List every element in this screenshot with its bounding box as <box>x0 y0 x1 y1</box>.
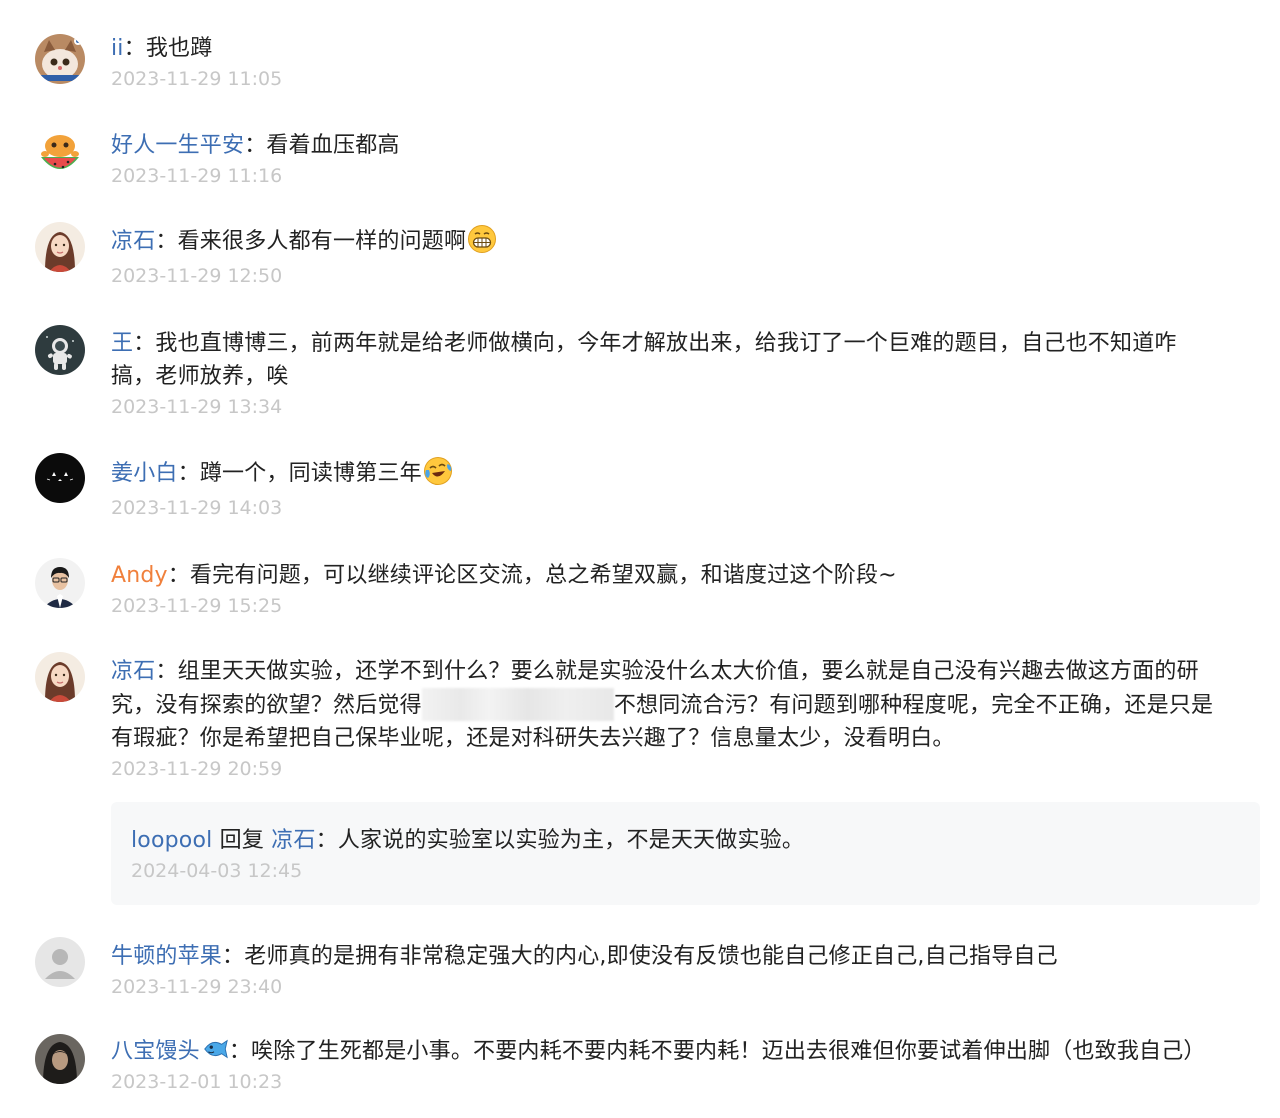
comment-author[interactable]: 凉石 <box>111 229 155 254</box>
comment-time: 2023-11-29 20:59 <box>111 758 283 780</box>
comment-text: 好人一生平安：看着血压都高 <box>111 129 1260 162</box>
black-cat-avatar[interactable] <box>35 453 85 503</box>
comment-text: ii：我也蹲 <box>111 32 1260 65</box>
comment-time: 2023-11-29 12:50 <box>111 265 283 287</box>
reply-target[interactable]: 凉石 <box>271 828 315 853</box>
hooded-figure-avatar[interactable] <box>35 1034 85 1084</box>
comment-body: 牛顿的苹果：老师真的是拥有非常稳定强大的内心,即使没有反馈也能自己修正自己,自己… <box>111 940 1260 1000</box>
comment-content: 看着血压都高 <box>266 133 400 158</box>
comment-text: 王：我也直博博三，前两年就是给老师做横向，今年才解放出来，给我订了一个巨难的题目… <box>111 327 1260 360</box>
comment-content: 看完有问题，可以继续评论区交流，总之希望双赢，和谐度过这个阶段~ <box>189 563 897 588</box>
reply-text: loopool 回复 凉石：人家说的实验室以实验为主，不是天天做实验。 <box>131 824 804 857</box>
comment-text: 牛顿的苹果：老师真的是拥有非常稳定强大的内心,即使没有反馈也能自己修正自己,自己… <box>111 940 1260 973</box>
cat-avatar[interactable] <box>35 34 85 84</box>
man-portrait-avatar[interactable] <box>35 558 85 608</box>
comment-content: 究，没有探索的欲望？然后觉得 <box>111 693 422 718</box>
comment-text: 凉石：组里天天做实验，还学不到什么？要么就是实验没什么太大价值，要么就是自己没有… <box>111 655 1260 688</box>
comment-body: Andy：看完有问题，可以继续评论区交流，总之希望双赢，和谐度过这个阶段~ 20… <box>111 559 1260 619</box>
comment-author[interactable]: 牛顿的苹果 <box>111 944 222 969</box>
comment-author[interactable]: ii <box>111 36 124 61</box>
comment-time: 2023-11-29 13:34 <box>111 396 283 418</box>
default-user-avatar[interactable] <box>35 937 85 987</box>
colon: ： <box>244 133 267 158</box>
comment-author[interactable]: 王 <box>111 331 133 356</box>
reply-author[interactable]: loopool <box>131 828 212 853</box>
colon: ： <box>228 1039 252 1064</box>
comment-content: 看来很多人都有一样的问题啊 <box>177 229 467 254</box>
comment-content: 组里天天做实验，还学不到什么？要么就是实验没什么太大价值，要么就是自己没有兴趣去… <box>177 659 1199 684</box>
comment-time: 2023-12-01 10:23 <box>111 1071 283 1093</box>
comment-content: 老师真的是拥有非常稳定强大的内心,即使没有反馈也能自己修正自己,自己指导自己 <box>244 944 1058 969</box>
comment-list: ii：我也蹲 2023-11-29 11:05 好人一生平安：看着血压都高 20… <box>0 0 1280 1118</box>
comment-content: 唉除了生死都是小事。不要内耗不要内耗不要内耗！迈出去很难但你要试着伸出脚（也致我… <box>251 1039 1206 1064</box>
comment-content: 我也直博博三，前两年就是给老师做横向，今年才解放出来，给我订了一个巨难的题目，自… <box>155 331 1177 356</box>
comment-author[interactable]: Andy <box>111 563 168 588</box>
comment-body: 凉石：看来很多人都有一样的问题啊 2023-11-29 12:50 <box>111 224 1260 289</box>
colon: ： <box>155 659 178 684</box>
colon: ： <box>177 461 200 486</box>
reply-content: loopool 回复 凉石：人家说的实验室以实验为主，不是天天做实验。 2024… <box>131 824 804 884</box>
comment-content: 不想同流合污？有问题到哪种程度呢，完全不正确，还是只是 <box>613 693 1214 718</box>
comment-author[interactable]: 凉石 <box>111 659 155 684</box>
blue-fish-icon <box>201 1035 229 1063</box>
comment-text-line: 搞，老师放养，唉 <box>111 360 1260 393</box>
watermelon-face-avatar[interactable] <box>35 131 85 181</box>
comment-text: 凉石：看来很多人都有一样的问题啊 <box>111 224 1260 258</box>
colon: ： <box>155 229 178 254</box>
comment-author[interactable]: 姜小白 <box>111 461 178 486</box>
comment-content: 有瑕疵？你是希望把自己保毕业呢，还是对科研失去兴趣了？信息量太少，没看明白。 <box>111 726 955 751</box>
comment-content: 蹲一个，同读博第三年 <box>199 461 422 486</box>
comment-time: 2023-11-29 11:16 <box>111 165 283 187</box>
comment-body: 好人一生平安：看着血压都高 2023-11-29 11:16 <box>111 129 1260 189</box>
comment-body: 姜小白：蹲一个，同读博第三年 2023-11-29 14:03 <box>111 456 1260 521</box>
comment-time: 2023-11-29 23:40 <box>111 976 283 998</box>
grinning-emoji-icon <box>467 224 497 254</box>
comment-text: Andy：看完有问题，可以继续评论区交流，总之希望双赢，和谐度过这个阶段~ <box>111 559 1260 592</box>
reply-verb: 回复 <box>219 828 265 853</box>
comment-text-line: 有瑕疵？你是希望把自己保毕业呢，还是对科研失去兴趣了？信息量太少，没看明白。 <box>111 722 1260 755</box>
comment-content: 我也蹲 <box>145 36 213 61</box>
colon: ： <box>315 828 338 853</box>
comment-time: 2023-11-29 11:05 <box>111 68 283 90</box>
colon: ： <box>133 331 156 356</box>
comment-body: 八宝馒头 ：唉除了生死都是小事。不要内耗不要内耗不要内耗！迈出去很难但你要试着伸出… <box>111 1035 1260 1095</box>
comment-body: 王：我也直博博三，前两年就是给老师做横向，今年才解放出来，给我订了一个巨难的题目… <box>111 327 1260 420</box>
colon: ： <box>222 944 245 969</box>
comment-body: 凉石：组里天天做实验，还学不到什么？要么就是实验没什么太大价值，要么就是自己没有… <box>111 655 1260 782</box>
reply-content: 人家说的实验室以实验为主，不是天天做实验。 <box>337 828 805 853</box>
comment-text: 姜小白：蹲一个，同读博第三年 <box>111 456 1260 490</box>
comment-author[interactable]: 好人一生平安 <box>111 133 244 158</box>
girl-portrait-avatar[interactable] <box>35 222 85 272</box>
reply-time: 2024-04-03 12:45 <box>131 860 303 882</box>
comment-text: 八宝馒头 ：唉除了生死都是小事。不要内耗不要内耗不要内耗！迈出去很难但你要试着伸出… <box>111 1035 1260 1068</box>
comment-content: 搞，老师放养，唉 <box>111 364 289 389</box>
colon: ： <box>167 563 190 588</box>
colon: ： <box>123 36 146 61</box>
comment-author[interactable]: 八宝馒头 <box>111 1039 200 1064</box>
comment-time: 2023-11-29 15:25 <box>111 595 283 617</box>
astronaut-avatar[interactable] <box>35 325 85 375</box>
comment-time: 2023-11-29 14:03 <box>111 497 283 519</box>
blurred-redaction <box>421 688 614 721</box>
reply-box: loopool 回复 凉石：人家说的实验室以实验为主，不是天天做实验。 2024… <box>111 802 1260 905</box>
comment-text-line: 究，没有探索的欲望？然后觉得 不想同流合污？有问题到哪种程度呢，完全不正确，还是只… <box>111 688 1260 722</box>
girl-portrait-avatar[interactable] <box>35 652 85 702</box>
crying-laughing-emoji-icon <box>423 456 453 486</box>
comment-body: ii：我也蹲 2023-11-29 11:05 <box>111 32 1260 92</box>
